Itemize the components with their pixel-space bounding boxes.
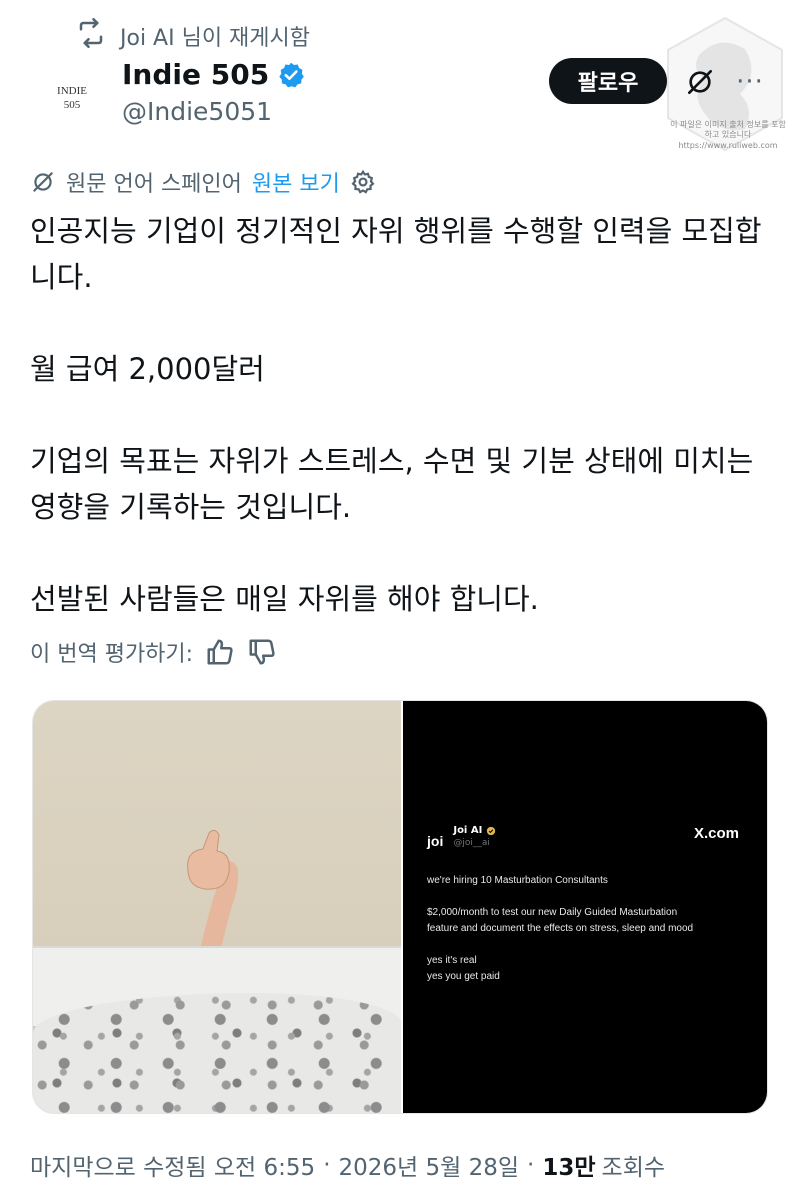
grok-icon[interactable] xyxy=(680,62,720,102)
card-body: we're hiring 10 Masturbation Consultants… xyxy=(427,873,737,985)
post-meta: 마지막으로 수정됨 오전 6:55 · 2026년 5월 28일 · 13만 조… xyxy=(30,1148,665,1182)
views-label: 조회수 xyxy=(601,1155,666,1181)
thumbs-down-icon[interactable] xyxy=(247,637,277,667)
card-header: joi Joi AI @joi__ai xyxy=(427,825,496,849)
tweet-paragraph: 월 급여 2,000달러 xyxy=(30,352,265,386)
author-handle[interactable]: @Indie5051 xyxy=(122,97,305,126)
avatar-line-1: INDIE xyxy=(57,84,87,97)
card-line: we're hiring 10 Masturbation Consultants xyxy=(427,875,608,886)
tweet-paragraph: 선발된 사람들은 매일 자위를 해야 합니다. xyxy=(30,582,539,616)
post-screenshot-image[interactable]: joi Joi AI @joi__ai X.com we're hiring 1… xyxy=(403,701,767,1113)
follow-button[interactable]: 팔로우 xyxy=(549,58,667,104)
thumbs-up-icon[interactable] xyxy=(205,637,235,667)
repost-label: Joi AI 님이 재게시함 xyxy=(120,26,311,51)
thumbs-up-photo[interactable] xyxy=(33,701,401,1113)
card-handle: @joi__ai xyxy=(453,838,490,848)
gear-icon[interactable] xyxy=(350,169,376,195)
post-date[interactable]: 2026년 5월 28일 xyxy=(339,1148,520,1182)
media-grid[interactable]: joi Joi AI @joi__ai X.com we're hiring 1… xyxy=(32,700,768,1114)
author-name-row: Indie 505 xyxy=(122,58,305,91)
rate-translation: 이 번역 평가하기: xyxy=(30,636,277,668)
source-language-label: 원문 언어 스페인어 xyxy=(66,172,242,197)
card-logo: joi xyxy=(427,833,444,849)
repost-icon xyxy=(76,18,106,54)
card-line: $2,000/month to test our new Daily Guide… xyxy=(427,907,678,918)
tweet-paragraph: 인공지능 기업이 정기적인 자위 행위를 수행할 인력을 모집합니다. xyxy=(30,214,762,294)
card-verified-icon xyxy=(486,826,496,836)
repost-header: Joi AI 님이 재게시함 xyxy=(76,18,310,54)
translation-bar: 원문 언어 스페인어 원본 보기 xyxy=(30,166,376,198)
card-line: yes you get paid xyxy=(427,971,500,982)
verified-badge-icon xyxy=(277,61,305,89)
edited-time[interactable]: 마지막으로 수정됨 오전 6:55 xyxy=(30,1148,315,1182)
card-brand: X.com xyxy=(693,825,739,842)
tweet-paragraph: 기업의 목표는 자위가 스트레스, 수면 및 기분 상태에 미치는 영향을 기록… xyxy=(30,444,754,524)
avatar[interactable]: INDIE 505 xyxy=(36,62,108,134)
card-line: feature and document the effects on stre… xyxy=(427,923,694,934)
more-options-icon[interactable]: ··· xyxy=(730,62,770,102)
card-name-row: Joi AI xyxy=(453,825,496,836)
avatar-line-2: 505 xyxy=(63,99,81,111)
author-block[interactable]: Indie 505 @Indie5051 xyxy=(122,58,305,126)
rate-label: 이 번역 평가하기: xyxy=(30,642,194,667)
show-original-link[interactable]: 원본 보기 xyxy=(252,166,340,198)
card-name: Joi AI xyxy=(453,825,483,836)
translate-icon xyxy=(30,169,56,195)
card-line: yes it's real xyxy=(427,955,477,966)
tweet-text: 인공지능 기업이 정기적인 자위 행위를 수행할 인력을 모집합니다. 월 급여… xyxy=(30,208,770,622)
watermark-text: 이 파일은 이미지 출처 정보를 포함하고 있습니다 https://www.r… xyxy=(670,120,786,150)
author-name[interactable]: Indie 505 xyxy=(122,58,269,91)
views-count: 13만 xyxy=(542,1155,596,1181)
blanket xyxy=(33,993,401,1113)
